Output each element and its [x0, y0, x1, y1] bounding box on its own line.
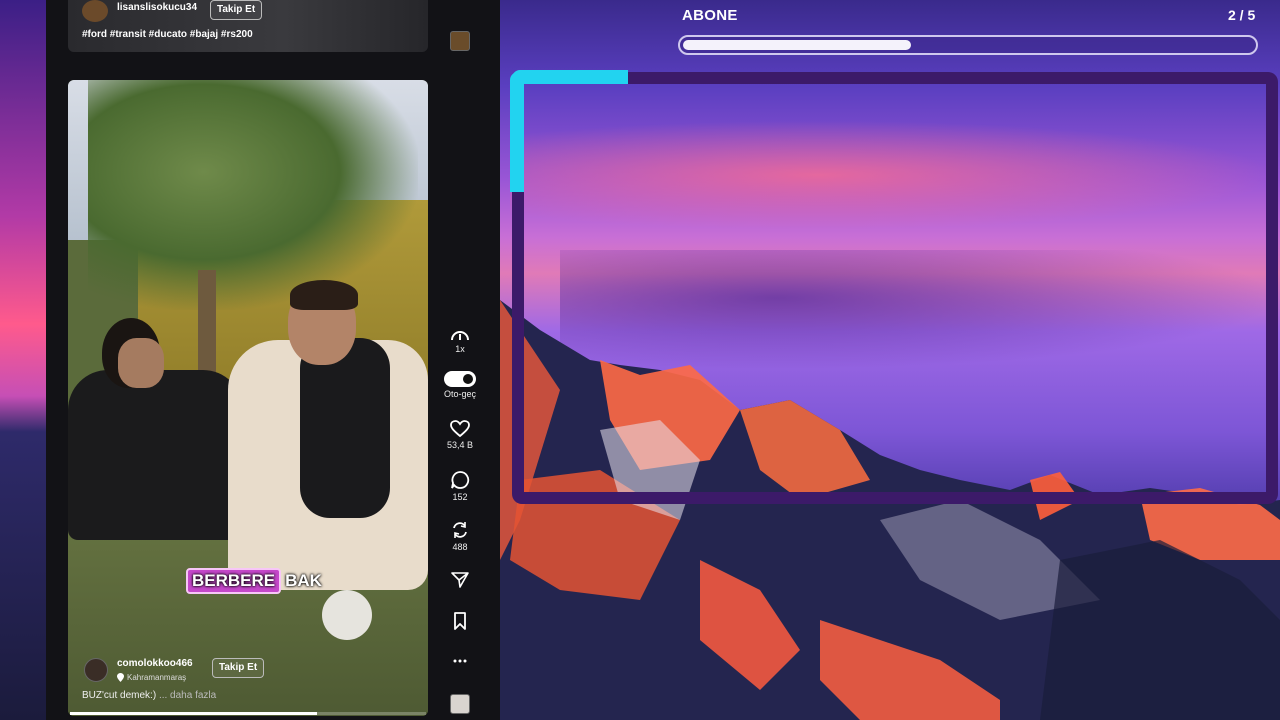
frame-accent-left	[510, 72, 524, 192]
description-text: BUZ'cut demek:)	[82, 690, 157, 701]
more-button[interactable]	[440, 656, 480, 666]
overlay-frame	[512, 72, 1278, 504]
current-video[interactable]: BERBERE BAK	[68, 80, 428, 716]
previous-follow-button[interactable]: Takip Et	[210, 0, 263, 20]
frame-accent-top	[512, 70, 628, 84]
person-left-body	[68, 370, 243, 540]
follow-button[interactable]: Takip Et	[212, 658, 265, 678]
comment-icon	[451, 471, 470, 489]
autoplay-label: Oto-geç	[443, 389, 476, 399]
speedometer-icon	[451, 331, 469, 341]
more-icon	[453, 0, 467, 2]
subscribe-progress-fill	[683, 40, 911, 50]
comment-count: 152	[452, 492, 468, 502]
heart-icon	[450, 420, 470, 438]
previous-avatar[interactable]	[82, 0, 108, 22]
video-caption: BERBERE BAK	[186, 568, 322, 594]
caption-text: BAK	[285, 571, 322, 590]
caption-highlight: BERBERE	[186, 568, 282, 594]
left-background-strip	[0, 0, 46, 720]
previous-creator-thumbnail[interactable]	[450, 31, 470, 51]
top-more-button[interactable]	[440, 0, 480, 2]
more-icon	[453, 659, 467, 663]
person-right-hair	[290, 280, 358, 310]
more-link[interactable]: ... daha fazla	[159, 690, 216, 701]
subscribe-progress-bar	[678, 35, 1258, 55]
video-progress-fill	[70, 712, 317, 715]
creator-username[interactable]: comolokkoo466	[117, 658, 193, 669]
comment-button[interactable]: 152	[440, 470, 480, 502]
like-button[interactable]: 53,4 B	[440, 420, 480, 450]
creator-location: Kahramanmaraş	[117, 673, 186, 682]
share-icon	[451, 572, 469, 588]
subscribe-label: ABONE	[682, 7, 738, 24]
autoplay-toggle[interactable]: Oto-geç	[440, 371, 480, 399]
creator-thumbnail[interactable]	[450, 694, 470, 714]
previous-hashtags[interactable]: #ford #transit #ducato #bajaj #rs200	[82, 29, 253, 40]
creator-avatar[interactable]	[84, 658, 108, 682]
bookmark-button[interactable]	[440, 612, 480, 630]
share-button[interactable]	[440, 571, 480, 589]
repost-button[interactable]: 488	[440, 520, 480, 552]
bookmark-icon	[454, 612, 466, 630]
subscribe-count: 2 / 5	[1228, 7, 1256, 23]
video-tree	[88, 80, 418, 310]
person-left-face	[118, 338, 164, 388]
repost-icon	[453, 522, 467, 538]
like-count: 53,4 B	[446, 440, 474, 450]
speed-button[interactable]: 1x	[440, 328, 480, 354]
video-description: BUZ'cut demek:) ... daha fazla	[82, 690, 216, 701]
person-right-shoe	[322, 590, 372, 640]
repost-count: 488	[452, 542, 468, 552]
video-progress-bar[interactable]	[70, 712, 426, 715]
person-right-vest	[300, 338, 390, 518]
speed-label: 1x	[455, 344, 465, 354]
location-pin-icon	[117, 673, 124, 682]
location-text: Kahramanmaraş	[127, 673, 187, 682]
previous-username[interactable]: lisanslisokucu34	[117, 2, 197, 13]
autoplay-switch[interactable]	[444, 371, 476, 387]
